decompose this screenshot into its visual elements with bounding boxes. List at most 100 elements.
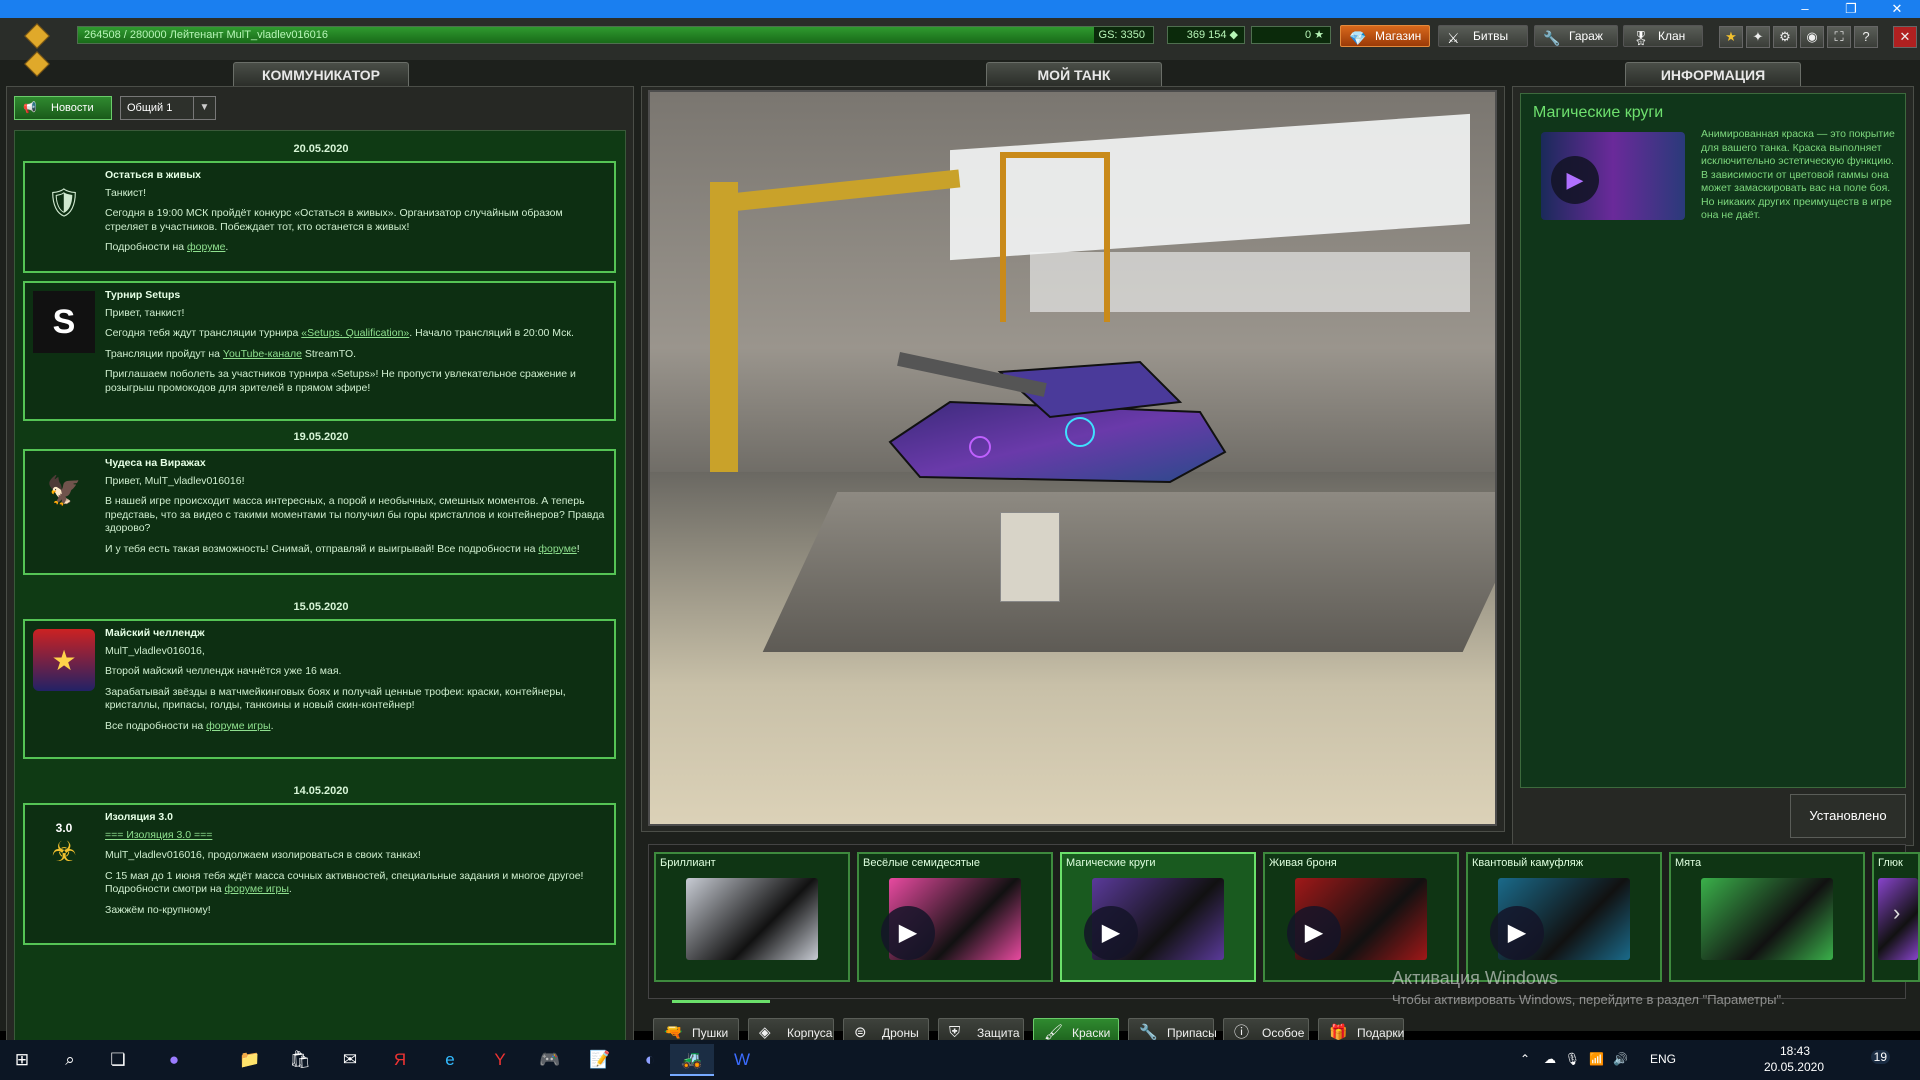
paint-item[interactable]: Весёлые семидесятые ▶ bbox=[857, 852, 1053, 982]
edge-icon[interactable]: e bbox=[428, 1044, 472, 1076]
volume-icon[interactable]: 🔊 bbox=[1613, 1052, 1628, 1066]
notes-icon[interactable]: 📝 bbox=[578, 1044, 622, 1076]
chevron-up-icon[interactable]: ⌃ bbox=[1520, 1052, 1530, 1066]
windows-taskbar: ⊞ ⌕ ❏ ● 📁 🛍 ✉ Я e Y 🎮 📝 ◐ 🚜 W ⌃ ☁ 🎙 📶 🔊 … bbox=[0, 1040, 1920, 1080]
start-icon[interactable]: ⊞ bbox=[0, 1044, 44, 1076]
text: Трансляции пройдут на bbox=[105, 347, 223, 360]
tanki-online-icon[interactable]: 🚜 bbox=[670, 1044, 714, 1076]
elevator-tower bbox=[1000, 152, 1110, 322]
forum-link[interactable]: форуме bbox=[187, 241, 225, 253]
fullscreen-icon[interactable]: ⛶ bbox=[1827, 26, 1851, 48]
shop-button[interactable]: 💎 Магазин bbox=[1340, 25, 1430, 47]
game-window: 264508 / 280000 Лейтенант MulT_vladlev01… bbox=[0, 18, 1920, 1048]
forum-link[interactable]: форуме bbox=[538, 543, 576, 555]
shop-icon: 💎 bbox=[1349, 30, 1367, 46]
clock-date[interactable]: 20.05.2020 bbox=[1764, 1060, 1824, 1074]
star-count: 0 bbox=[1304, 29, 1312, 41]
clan-label: Клан bbox=[1658, 29, 1686, 43]
paint-item[interactable]: Магические круги ▶ bbox=[1060, 852, 1256, 982]
news-text: С 15 мая до 1 июня тебя ждёт масса сочны… bbox=[105, 870, 606, 897]
microphone-icon[interactable]: 🎙 bbox=[1565, 1052, 1580, 1066]
help-icon[interactable]: ? bbox=[1854, 26, 1878, 48]
installed-button[interactable]: Установлено bbox=[1790, 794, 1906, 838]
version-badge: 3.0 bbox=[55, 820, 73, 835]
store-icon[interactable]: 🛍 bbox=[278, 1044, 322, 1076]
restore-button[interactable]: ❐ bbox=[1828, 0, 1874, 18]
news-title: Остаться в живых bbox=[105, 169, 202, 181]
sound-icon[interactable]: ◉ bbox=[1800, 26, 1824, 48]
stars-badge-icon: ★ bbox=[33, 629, 95, 691]
news-feed[interactable]: 20.05.2020 🛡 Остаться в живых Танкист! С… bbox=[14, 130, 626, 1045]
paint-preview-image bbox=[686, 878, 818, 960]
battles-button[interactable]: ⚔ Битвы bbox=[1438, 25, 1528, 47]
setups-logo: S bbox=[33, 291, 95, 353]
onedrive-icon[interactable]: ☁ bbox=[1544, 1052, 1556, 1066]
wifi-icon[interactable]: 📶 bbox=[1589, 1052, 1604, 1066]
mail-icon[interactable]: ✉ bbox=[328, 1044, 372, 1076]
task-view-icon[interactable]: ❏ bbox=[96, 1044, 140, 1076]
paint-item[interactable]: Бриллиант bbox=[654, 852, 850, 982]
tab-info[interactable]: ИНФОРМАЦИЯ bbox=[1625, 62, 1801, 86]
news-button[interactable]: 📢 Новости bbox=[14, 96, 112, 120]
news-card: ★ Майский челлендж MulT_vladlev016016, В… bbox=[23, 619, 616, 759]
clan-icon: 🎖 bbox=[1632, 30, 1650, 46]
garage-button[interactable]: 🔧 Гараж bbox=[1534, 25, 1618, 47]
news-greeting: Танкист! bbox=[105, 186, 147, 199]
clan-button[interactable]: 🎖 Клан bbox=[1623, 25, 1703, 47]
biohazard-icon: 3.0 ☣ bbox=[51, 820, 77, 867]
paint-item[interactable]: Живая броня ▶ bbox=[1263, 852, 1459, 982]
news-date: 14.05.2020 bbox=[293, 785, 349, 797]
category-label: Подарки bbox=[1357, 1026, 1405, 1040]
battles-label: Битвы bbox=[1473, 29, 1509, 43]
youtube-link[interactable]: YouTube-канале bbox=[223, 348, 302, 360]
shop-label: Магазин bbox=[1375, 29, 1422, 43]
window-titlebar: – ❐ ✕ bbox=[0, 0, 1920, 18]
tank-model bbox=[888, 352, 1227, 484]
yandex-icon[interactable]: Я bbox=[378, 1044, 422, 1076]
crane-arm bbox=[719, 169, 961, 213]
isolation-link[interactable]: === Изоляция 3.0 === bbox=[105, 829, 212, 841]
top-bar: 264508 / 280000 Лейтенант MulT_vladlev01… bbox=[0, 18, 1920, 77]
file-explorer-icon[interactable]: 📁 bbox=[228, 1044, 272, 1076]
forum-link[interactable]: форуме игры bbox=[225, 883, 289, 895]
game-app-icon[interactable]: 🎮 bbox=[528, 1044, 572, 1076]
missions-icon[interactable]: ✦ bbox=[1746, 26, 1770, 48]
tank-icon: 🛡 bbox=[46, 186, 82, 218]
search-icon[interactable]: ⌕ bbox=[48, 1044, 92, 1076]
carousel-scroll-indicator[interactable] bbox=[672, 1000, 770, 1003]
winged-emblem-icon: 🦅 bbox=[46, 474, 82, 506]
garage-3d-view[interactable] bbox=[648, 90, 1497, 826]
star-icon[interactable]: ★ bbox=[1719, 26, 1743, 48]
forum-link[interactable]: форуме игры bbox=[206, 720, 270, 732]
item-title: Магические круги bbox=[1533, 104, 1664, 121]
news-title: Чудеса на Виражах bbox=[105, 457, 206, 469]
channel-value: Общий 1 bbox=[127, 102, 173, 114]
discord-icon[interactable]: ◐ bbox=[628, 1044, 672, 1076]
tournament-link[interactable]: «Setups. Qualification» bbox=[301, 327, 409, 339]
clock-time[interactable]: 18:43 bbox=[1780, 1044, 1810, 1058]
assistant-icon[interactable]: ● bbox=[152, 1044, 196, 1076]
channel-select[interactable]: Общий 1 ▼ bbox=[120, 96, 216, 120]
category-label: Краски bbox=[1072, 1026, 1111, 1040]
close-window-button[interactable]: ✕ bbox=[1874, 0, 1920, 18]
news-text: Все подробности на форуме игры. bbox=[105, 720, 606, 734]
notification-badge[interactable]: 19 bbox=[1870, 1050, 1890, 1064]
exit-icon[interactable]: ✕ bbox=[1893, 26, 1917, 48]
tab-communicator[interactable]: КОММУНИКАТОР bbox=[233, 62, 409, 86]
language-indicator[interactable]: ENG bbox=[1650, 1052, 1676, 1066]
news-label: Новости bbox=[51, 102, 94, 114]
crane-pillar bbox=[710, 182, 738, 482]
paint-item[interactable]: Квантовый камуфляж ▶ bbox=[1466, 852, 1662, 982]
paint-item[interactable]: Мята bbox=[1669, 852, 1865, 982]
news-text: Зажжём по-крупному! bbox=[105, 903, 211, 916]
word-icon[interactable]: W bbox=[720, 1044, 764, 1076]
text: С 15 мая до 1 июня тебя ждёт масса сочны… bbox=[105, 869, 584, 882]
generator-box bbox=[1000, 512, 1060, 602]
paint-name: Весёлые семидесятые bbox=[863, 857, 980, 869]
minimize-button[interactable]: – bbox=[1782, 0, 1828, 18]
yandex-browser-icon[interactable]: Y bbox=[478, 1044, 522, 1076]
tab-my-tank[interactable]: МОЙ ТАНК bbox=[986, 62, 1162, 86]
settings-icon[interactable]: ⚙ bbox=[1773, 26, 1797, 48]
chevron-right-icon[interactable]: › bbox=[1893, 900, 1900, 926]
paint-name: Бриллиант bbox=[660, 857, 716, 869]
